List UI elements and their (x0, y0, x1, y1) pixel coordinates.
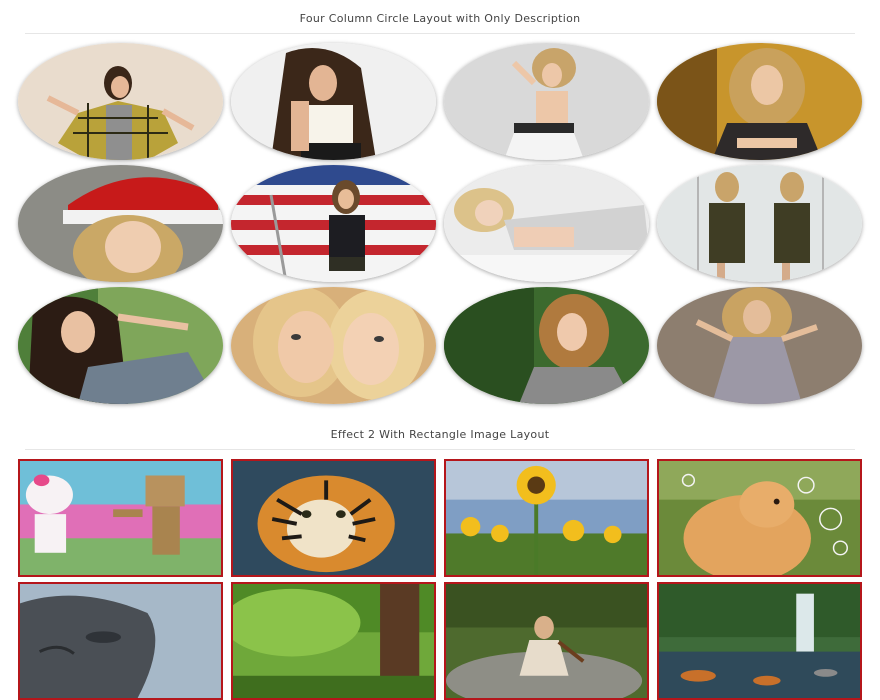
rectangle-gallery (18, 459, 863, 700)
circle-photo-girl-yellow-plaid-jacket[interactable] (18, 43, 223, 160)
circle-photo-girl-flag-microphone[interactable] (231, 165, 436, 282)
circle-photo-girl-white-tank-top[interactable] (231, 43, 436, 160)
circle-gallery (18, 43, 863, 404)
section-title-circle-layout: Four Column Circle Layout with Only Desc… (299, 12, 581, 25)
circle-photo-curly-blonde-black-top[interactable] (657, 43, 862, 160)
rect-photo-green-forest-trees[interactable] (231, 582, 436, 700)
section-title-rectangle-layout: Effect 2 With Rectangle Image Layout (330, 428, 550, 441)
rect-photo-waterfall-lake[interactable] (657, 582, 862, 700)
rect-photo-stone-face-sculpture[interactable] (18, 582, 223, 700)
circle-photo-blonde-grey-dress[interactable] (657, 287, 862, 404)
circle-photo-brunette-blue-shirt[interactable] (18, 287, 223, 404)
rect-photo-violin-girl-rocks[interactable] (444, 582, 649, 700)
circle-photo-blonde-girl-white-top[interactable] (444, 43, 649, 160)
divider (25, 33, 855, 34)
rect-photo-sunflowers[interactable] (444, 459, 649, 577)
rect-photo-dog-bubbles[interactable] (657, 459, 862, 577)
circle-photo-two-girls-camouflage[interactable] (657, 165, 862, 282)
divider (25, 449, 855, 450)
rect-photo-tiger[interactable] (231, 459, 436, 577)
circle-photo-two-blondes-closeup[interactable] (231, 287, 436, 404)
rect-photo-hello-kitty-danbo[interactable] (18, 459, 223, 577)
circle-photo-blonde-lying-down[interactable] (444, 165, 649, 282)
circle-photo-blonde-santa-hat[interactable] (18, 165, 223, 282)
circle-photo-blonde-forest-grey-top[interactable] (444, 287, 649, 404)
